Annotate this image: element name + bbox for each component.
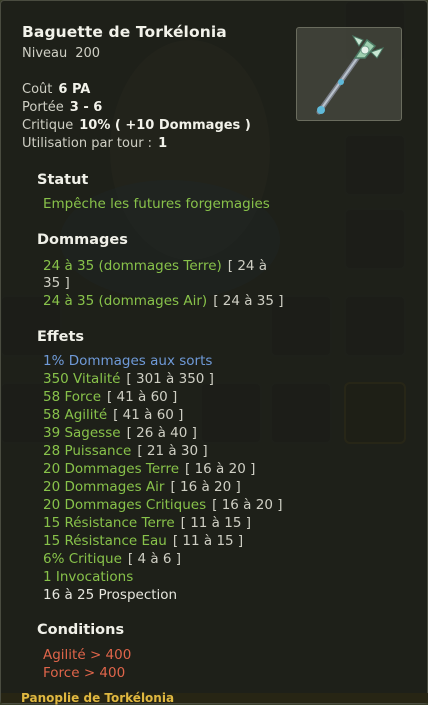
damage-range: 35 ] (43, 275, 70, 291)
effect-range: [ 16 à 20 ] (212, 497, 283, 513)
damage-line: 24 à 35 (dommages Air) [ 24 à 35 ] (43, 293, 284, 309)
stat-label: Coût (22, 82, 53, 97)
effect-text: 350 Vitalité (43, 371, 121, 387)
effect-line: 15 Résistance Eau [ 11 à 15 ] (43, 533, 243, 549)
effect-line: 6% Critique [ 4 à 6 ] (43, 551, 181, 567)
statut-text: Empêche les futures forgemagies (43, 196, 270, 212)
effect-text: 20 Dommages Air (43, 479, 165, 495)
section-heading-dommages: Dommages (37, 232, 128, 248)
stat-label: Portée (22, 100, 64, 115)
effect-line: 1 Invocations (43, 569, 133, 585)
stat-cost: Coût 6 PA (22, 82, 90, 97)
stat-label: Utilisation par tour : (22, 136, 153, 151)
effect-range: [ 4 à 6 ] (127, 551, 182, 567)
stat-value: 10% ( +10 Dommages ) (79, 118, 251, 133)
condition-line: Agilité > 400 (43, 647, 132, 663)
effect-text: 15 Résistance Terre (43, 515, 175, 531)
effect-range: [ 26 à 40 ] (126, 425, 197, 441)
effect-range: [ 16 à 20 ] (185, 461, 256, 477)
effect-line: 58 Agilité [ 41 à 60 ] (43, 407, 183, 423)
effect-range: [ 21 à 30 ] (137, 443, 208, 459)
effect-range: [ 301 à 350 ] (126, 371, 214, 387)
effect-line: 58 Force [ 41 à 60 ] (43, 389, 177, 405)
effect-range: [ 16 à 20 ] (170, 479, 241, 495)
damage-line-wrap: 35 ] (43, 275, 70, 291)
damage-line: 24 à 35 (dommages Terre) [ 24 à (43, 258, 267, 274)
effect-text: 39 Sagesse (43, 425, 121, 441)
stat-range: Portée 3 - 6 (22, 100, 102, 115)
effect-text: 20 Dommages Critiques (43, 497, 207, 513)
stat-critical: Critique 10% ( +10 Dommages ) (22, 118, 251, 133)
item-name: Baguette de Torkélonia (22, 23, 227, 41)
stat-value: 3 - 6 (69, 100, 103, 115)
effect-line: 39 Sagesse [ 26 à 40 ] (43, 425, 197, 441)
effect-line: 20 Dommages Terre [ 16 à 20 ] (43, 461, 255, 477)
stat-value: 6 PA (58, 82, 91, 97)
effect-range: [ 41 à 60 ] (113, 407, 184, 423)
stat-value: 1 (158, 136, 168, 151)
effect-text: 20 Dommages Terre (43, 461, 180, 477)
level-value: 200 (75, 46, 101, 61)
effect-text: 6% Critique (43, 551, 122, 567)
set-name[interactable]: Panoplie de Torkélonia (21, 691, 174, 705)
level-label: Niveau (22, 46, 68, 61)
effect-text: 58 Force (43, 389, 101, 405)
stat-label: Critique (22, 118, 74, 133)
item-level: Niveau 200 (22, 46, 100, 61)
item-image (296, 27, 402, 121)
item-tooltip: Baguette de Torkélonia Niveau 200 Coût 6 P… (0, 0, 428, 705)
damage-range: [ 24 à (227, 258, 268, 274)
effect-line: 28 Puissance [ 21 à 30 ] (43, 443, 208, 459)
damage-text: 24 à 35 (dommages Air) (43, 293, 208, 309)
damage-range: [ 24 à 35 ] (213, 293, 284, 309)
effect-line: 16 à 25 Prospection (43, 587, 177, 603)
effect-text: 15 Résistance Eau (43, 533, 167, 549)
effect-range: [ 11 à 15 ] (172, 533, 244, 549)
section-heading-effets: Effets (37, 329, 85, 345)
effect-range: [ 41 à 60 ] (107, 389, 178, 405)
effect-text: 58 Agilité (43, 407, 108, 423)
effect-range: [ 11 à 15 ] (180, 515, 251, 531)
wand-icon (316, 34, 385, 115)
set-bonus-strip: Panoplie de Torkélonia (1, 691, 428, 705)
effect-line: 15 Résistance Terre [ 11 à 15 ] (43, 515, 251, 531)
section-heading-statut: Statut (37, 172, 89, 188)
effect-text: 28 Puissance (43, 443, 132, 459)
effect-line: 350 Vitalité [ 301 à 350 ] (43, 371, 214, 387)
effect-line: 20 Dommages Air [ 16 à 20 ] (43, 479, 241, 495)
stat-uses-per-turn: Utilisation par tour : 1 (22, 136, 167, 151)
condition-line: Force > 400 (43, 665, 126, 681)
effect-text: 1% Dommages aux sorts (43, 353, 213, 369)
effect-text: 1 Invocations (43, 569, 134, 585)
effect-line: 20 Dommages Critiques [ 16 à 20 ] (43, 497, 282, 513)
effect-text: 16 à 25 Prospection (43, 587, 178, 603)
effect-line: 1% Dommages aux sorts (43, 353, 212, 369)
section-heading-conditions: Conditions (37, 622, 125, 638)
damage-text: 24 à 35 (dommages Terre) (43, 258, 222, 274)
